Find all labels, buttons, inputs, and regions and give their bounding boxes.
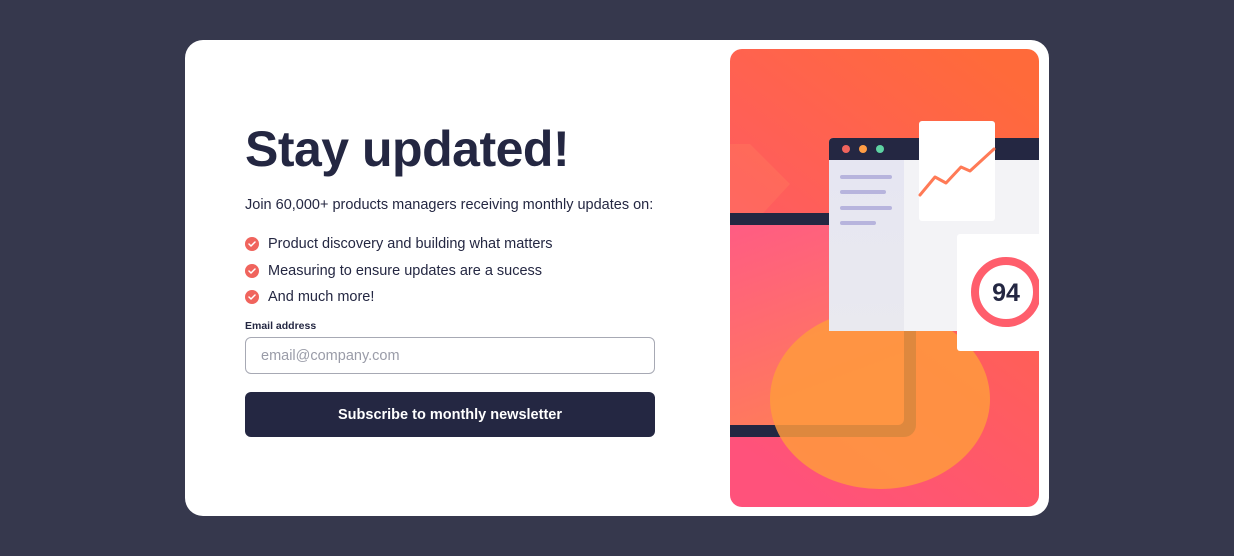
check-icon (245, 290, 259, 305)
trend-chart-card (918, 121, 996, 221)
check-icon (245, 237, 259, 252)
list-item: Measuring to ensure updates are a sucess (245, 258, 553, 285)
score-value: 94 (992, 279, 1020, 307)
intro-text: Join 60,000+ products managers receiving… (245, 197, 654, 213)
check-icon (245, 263, 259, 278)
benefit-label: And much more! (268, 289, 375, 306)
signup-form-section: Stay updated! Join 60,000+ products mana… (245, 40, 655, 516)
list-item: And much more! (245, 284, 553, 311)
subscribe-button[interactable]: Subscribe to monthly newsletter (245, 392, 655, 437)
hero-illustration: 94 (730, 49, 1039, 507)
window-close-dot (842, 145, 850, 153)
benefit-label: Measuring to ensure updates are a sucess (268, 262, 543, 279)
dashboard-illustration: 94 (730, 49, 1039, 507)
email-label: Email address (245, 320, 317, 332)
newsletter-card: Stay updated! Join 60,000+ products mana… (185, 40, 1049, 516)
email-field[interactable] (245, 337, 655, 374)
window-minimize-dot (859, 145, 867, 153)
page-title: Stay updated! (245, 121, 570, 177)
benefits-list: Product discovery and building what matt… (245, 231, 553, 311)
list-item: Product discovery and building what matt… (245, 231, 553, 258)
score-card: 94 (957, 234, 1039, 351)
window-maximize-dot (876, 145, 884, 153)
benefit-label: Product discovery and building what matt… (268, 236, 553, 253)
